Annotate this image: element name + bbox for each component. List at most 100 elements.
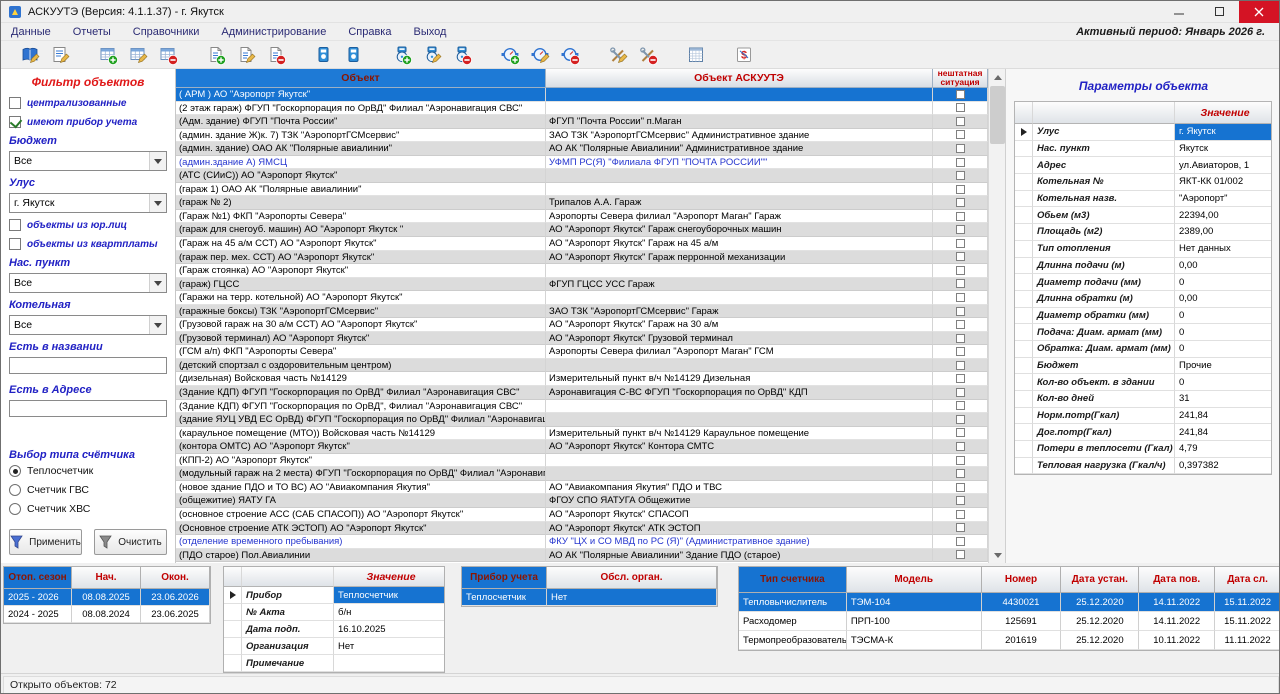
- param-row[interactable]: БюджетПрочие: [1015, 358, 1271, 375]
- objects-table-row[interactable]: (детский спортзал с оздоровительным цент…: [176, 359, 988, 373]
- emergency-checkbox[interactable]: [956, 442, 965, 451]
- param-row[interactable]: Длинна подачи (м)0,00: [1015, 258, 1271, 275]
- askuute-name-cell[interactable]: АО АК "Полярные Авиалинии" Здание ПДО (с…: [546, 549, 933, 563]
- object-name-cell[interactable]: (2 этаж гараж) ФГУП "Госкорпорация по Ор…: [176, 102, 546, 116]
- chevron-down-icon[interactable]: [149, 194, 166, 212]
- object-name-cell[interactable]: (модульный гараж на 2 места) ФГУП "Госко…: [176, 467, 546, 481]
- emergency-checkbox[interactable]: [956, 537, 965, 546]
- param-value[interactable]: ЯКТ-КК 01/002: [1175, 174, 1271, 191]
- object-name-cell[interactable]: (АТС (СИиС)) АО "Аэропорт Якутск": [176, 169, 546, 183]
- object-name-cell[interactable]: (гаражные боксы) ТЗК "АэропортГСМсервис": [176, 305, 546, 319]
- column-header[interactable]: Нач.: [72, 567, 141, 589]
- meter-type-option-1[interactable]: Теплосчетчик: [9, 465, 167, 477]
- param-row[interactable]: Тепловая нагрузка (Гкал/ч)0,397382: [1015, 458, 1271, 475]
- askuute-name-cell[interactable]: АО "Аэропорт Якутск" СПАСОП: [546, 508, 933, 522]
- act-row[interactable]: Примечание: [224, 655, 444, 672]
- objects-table-row[interactable]: (Грузовой терминал) АО "Аэропорт Якутск"…: [176, 332, 988, 346]
- askuute-name-cell[interactable]: Аэропорты Севера филиал "Аэропорт Маган"…: [546, 210, 933, 224]
- act-row[interactable]: № Актаб/н: [224, 604, 444, 621]
- param-value[interactable]: 2389,00: [1175, 224, 1271, 241]
- scroll-down-icon[interactable]: [989, 547, 1006, 563]
- objects-table-row[interactable]: (гараж 1) ОАО АК "Полярные авиалинии": [176, 183, 988, 197]
- askuute-name-cell[interactable]: ЗАО ТЗК "АэропортГСМсервис" Администрати…: [546, 129, 933, 143]
- param-row[interactable]: Улусг. Якутск: [1015, 124, 1271, 141]
- menu-item-5[interactable]: Справка: [348, 26, 391, 38]
- askuute-name-cell[interactable]: ЗАО ТЗК "АэропортГСМсервис" Гараж: [546, 305, 933, 319]
- scrollbar-thumb[interactable]: [990, 86, 1005, 144]
- emergency-checkbox[interactable]: [956, 185, 965, 194]
- param-value[interactable]: 0,397382: [1175, 458, 1271, 475]
- objects-table-row[interactable]: (гаражные боксы) ТЗК "АэропортГСМсервис"…: [176, 305, 988, 319]
- object-name-cell[interactable]: (контора ОМТС) АО "Аэропорт Якутск": [176, 440, 546, 454]
- askuute-name-cell[interactable]: [546, 359, 933, 373]
- object-name-cell[interactable]: (общежитие) ЯАТУ ГА: [176, 494, 546, 508]
- checkbox-icon[interactable]: [9, 219, 21, 231]
- emergency-checkbox[interactable]: [956, 550, 965, 559]
- objects-table-row[interactable]: (гараж пер. мех. ССТ) АО "Аэропорт Якутс…: [176, 251, 988, 265]
- objects-table-row[interactable]: (основное строение АСС (САБ СПАСОП)) АО …: [176, 508, 988, 522]
- emergency-checkbox[interactable]: [956, 523, 965, 532]
- objects-table-row[interactable]: (караульное помещение (МТО)) Войсковая ч…: [176, 427, 988, 441]
- emergency-checkbox[interactable]: [956, 483, 965, 492]
- object-name-cell[interactable]: (ПДО старое) Пол.Авиалинии: [176, 549, 546, 563]
- object-name-cell[interactable]: (админ.здание А) ЯМСЦ: [176, 156, 546, 170]
- objects-table-row[interactable]: (Гаражи на терр. котельной) АО "Аэропорт…: [176, 291, 988, 305]
- report-edit-button[interactable]: [45, 42, 75, 68]
- emergency-checkbox[interactable]: [956, 103, 965, 112]
- chevron-down-icon[interactable]: [149, 274, 166, 292]
- column-header[interactable]: Дата сл.: [1215, 567, 1280, 593]
- table-edit-button[interactable]: [123, 42, 153, 68]
- meter-type-option-3[interactable]: Счетчик ХВС: [9, 503, 167, 515]
- radio-icon[interactable]: [9, 503, 21, 515]
- param-value[interactable]: Прочие: [1175, 358, 1271, 375]
- askuute-name-cell[interactable]: Измерительный пункт в/ч №14129 Караульно…: [546, 427, 933, 441]
- param-row[interactable]: Обратка: Диам. армат (мм)0: [1015, 341, 1271, 358]
- objects-scrollbar[interactable]: [988, 69, 1005, 563]
- param-value[interactable]: г. Якутск: [1175, 124, 1271, 141]
- act-row[interactable]: Дата подп.16.10.2025: [224, 621, 444, 638]
- emergency-checkbox[interactable]: [956, 456, 965, 465]
- object-name-cell[interactable]: (Гараж №1) ФКП "Аэропорты Севера": [176, 210, 546, 224]
- extra-filter-checkbox-2[interactable]: объекты из квартплаты: [9, 238, 167, 250]
- askuute-name-cell[interactable]: ФКУ "ЦХ и СО МВД по РС (Я)" (Администрат…: [546, 535, 933, 549]
- table-row[interactable]: 2025 - 202608.08.202523.06.2026: [4, 589, 210, 606]
- askuute-name-cell[interactable]: АО АК "Полярные Авиалинии" Административ…: [546, 142, 933, 156]
- page-edit-button[interactable]: [231, 42, 261, 68]
- scroll-up-icon[interactable]: [989, 69, 1006, 85]
- checkbox-icon[interactable]: [9, 116, 21, 128]
- param-value[interactable]: 0: [1175, 374, 1271, 391]
- objects-table-row[interactable]: (здание ЯУЦ УВД ЕС ОрВД) ФГУП "Госкорпор…: [176, 413, 988, 427]
- objects-table-row[interactable]: (дизельная) Войсковая часть №14129Измери…: [176, 372, 988, 386]
- param-row[interactable]: Тип отопленияНет данных: [1015, 241, 1271, 258]
- object-name-cell[interactable]: (админ. здание Ж)к. 7) ТЗК "АэропортГСМс…: [176, 129, 546, 143]
- ulus-select[interactable]: г. Якутск: [9, 193, 167, 213]
- emergency-checkbox[interactable]: [956, 415, 965, 424]
- finance-button[interactable]: $: [729, 42, 759, 68]
- act-value[interactable]: Нет: [334, 638, 444, 655]
- objects-table-row[interactable]: (ГСМ а/п) ФКП "Аэропорты Севера"Аэропорт…: [176, 345, 988, 359]
- askuute-name-cell[interactable]: Аэропорты Севера филиал "Аэропорт Маган"…: [546, 345, 933, 359]
- page-add-button[interactable]: [201, 42, 231, 68]
- objects-table-row[interactable]: (2 этаж гараж) ФГУП "Госкорпорация по Ор…: [176, 102, 988, 116]
- object-name-cell[interactable]: (Грузовой гараж на 30 а/м ССТ) АО "Аэроп…: [176, 318, 546, 332]
- param-value[interactable]: 0,00: [1175, 291, 1271, 308]
- param-value[interactable]: 0: [1175, 341, 1271, 358]
- askuute-name-cell[interactable]: АО "Аэропорт Якутск" Гараж на 30 а/м: [546, 318, 933, 332]
- objects-table-row[interactable]: (новое здание ПДО и ТО ВС) АО "Авиакомпа…: [176, 481, 988, 495]
- act-row[interactable]: ПриборТеплосчетчик: [224, 587, 444, 604]
- object-name-cell[interactable]: (здание ЯУЦ УВД ЕС ОрВД) ФГУП "Госкорпор…: [176, 413, 546, 427]
- askuute-name-cell[interactable]: [546, 467, 933, 481]
- param-value[interactable]: "Аэропорт": [1175, 191, 1271, 208]
- emergency-checkbox[interactable]: [956, 401, 965, 410]
- objects-table-row[interactable]: (Гараж №1) ФКП "Аэропорты Севера"Аэропор…: [176, 210, 988, 224]
- askuute-name-cell[interactable]: ФГУП ГЦСС УСС Гараж: [546, 278, 933, 292]
- column-header[interactable]: Отоп. сезон: [4, 567, 72, 589]
- param-row[interactable]: Кол-во объект. в здании0: [1015, 374, 1271, 391]
- param-value[interactable]: 22394,00: [1175, 207, 1271, 224]
- emergency-checkbox[interactable]: [956, 388, 965, 397]
- objects-table-row[interactable]: ( АРМ ) АО "Аэропорт Якутск": [176, 88, 988, 102]
- object-name-cell[interactable]: (Грузовой терминал) АО "Аэропорт Якутск": [176, 332, 546, 346]
- meter-edit-button[interactable]: [417, 42, 447, 68]
- askuute-name-cell[interactable]: АО "Аэропорт Якутск" Грузовой терминал: [546, 332, 933, 346]
- objects-table-row[interactable]: (гараж) ГЦССФГУП ГЦСС УСС Гараж: [176, 278, 988, 292]
